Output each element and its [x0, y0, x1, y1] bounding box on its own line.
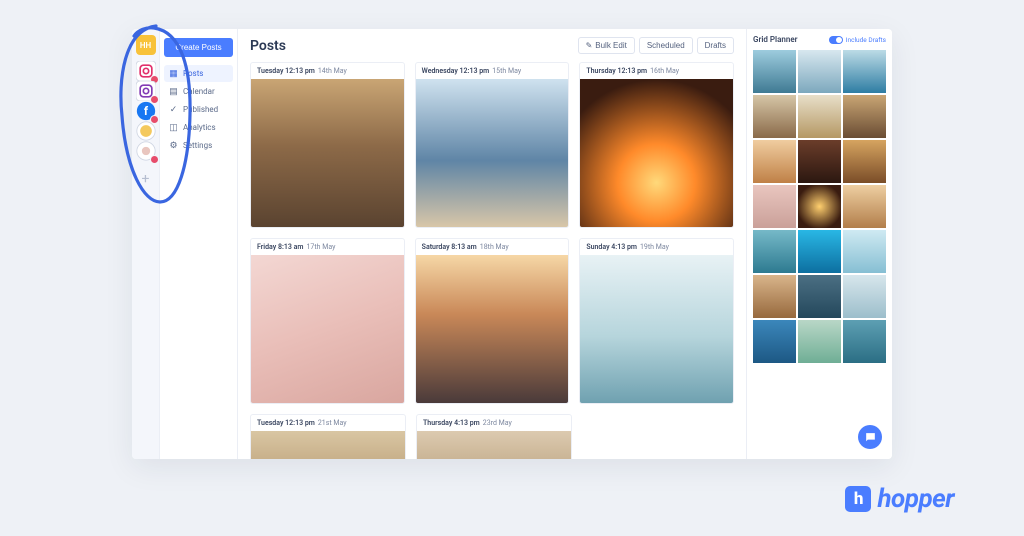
- post-card[interactable]: Saturday 8:13 am18th May: [415, 238, 570, 404]
- account-instagram-2[interactable]: [136, 81, 156, 101]
- planner-cell[interactable]: [798, 320, 841, 363]
- planner-cell[interactable]: [798, 275, 841, 318]
- post-meta: Friday 8:13 am17th May: [251, 239, 404, 255]
- post-thumbnail: [416, 79, 569, 227]
- chart-icon: ◫: [169, 123, 178, 132]
- planner-cell[interactable]: [843, 50, 886, 93]
- post-thumbnail: [251, 255, 404, 403]
- planner-cell[interactable]: [798, 185, 841, 228]
- toggle-icon: [829, 36, 843, 44]
- post-meta: Wednesday 12:13 pm15th May: [416, 63, 569, 79]
- account-extra[interactable]: [136, 141, 156, 161]
- notification-badge: [150, 155, 159, 164]
- post-thumbnail: [580, 255, 733, 403]
- post-card[interactable]: Wednesday 12:13 pm15th May: [415, 62, 570, 228]
- planner-cell[interactable]: [798, 95, 841, 138]
- posts-list: Tuesday 12:13 pm14th May Wednesday 12:13 …: [250, 62, 734, 459]
- app-window: HH f + Create Posts ▦ Posts ▤ Calendar ✓ Publ…: [132, 29, 892, 459]
- planner-cell[interactable]: [753, 50, 796, 93]
- account-facebook[interactable]: f: [136, 101, 156, 121]
- planner-cell[interactable]: [843, 185, 886, 228]
- planner-cell[interactable]: [753, 320, 796, 363]
- nav-item-analytics[interactable]: ◫ Analytics: [164, 119, 233, 136]
- filter-scheduled-button[interactable]: Scheduled: [639, 37, 693, 54]
- post-meta: Thursday 12:13 pm16th May: [580, 63, 733, 79]
- post-thumbnail: [416, 255, 569, 403]
- nav-item-label: Published: [183, 105, 218, 114]
- planner-cell[interactable]: [843, 95, 886, 138]
- planner-cell[interactable]: [798, 50, 841, 93]
- post-thumbnail: [251, 431, 405, 459]
- planner-cell[interactable]: [843, 140, 886, 183]
- check-icon: ✓: [169, 105, 178, 114]
- account-twitter[interactable]: [136, 121, 156, 141]
- post-thumbnail: [580, 79, 733, 227]
- add-account-button[interactable]: +: [142, 171, 150, 187]
- post-thumbnail: [251, 79, 404, 227]
- nav-item-label: Settings: [183, 141, 212, 150]
- filter-drafts-button[interactable]: Drafts: [697, 37, 734, 54]
- planner-cell[interactable]: [798, 140, 841, 183]
- include-drafts-toggle[interactable]: Include Drafts: [829, 36, 886, 44]
- planner-cell[interactable]: [843, 275, 886, 318]
- post-card[interactable]: Thursday 12:13 pm16th May: [579, 62, 734, 228]
- planner-cell[interactable]: [843, 230, 886, 273]
- post-meta: Tuesday 12:13 pm21st May: [251, 415, 405, 431]
- post-card[interactable]: Tuesday 12:13 pm21st May: [250, 414, 406, 459]
- nav-item-settings[interactable]: ⚙ Settings: [164, 137, 233, 154]
- nav-item-label: Posts: [183, 69, 203, 78]
- grid-planner-panel: Grid Planner Include Drafts: [746, 29, 892, 459]
- brand-logo: h hopper: [845, 484, 954, 514]
- nav-item-label: Analytics: [183, 123, 216, 132]
- account-rail: HH f +: [132, 29, 160, 459]
- grid-icon: ▦: [169, 69, 178, 78]
- grid-planner-title: Grid Planner: [753, 35, 798, 44]
- post-meta: Tuesday 12:13 pm14th May: [251, 63, 404, 79]
- side-nav: Create Posts ▦ Posts ▤ Calendar ✓ Published ◫ A…: [160, 29, 238, 459]
- nav-item-label: Calendar: [183, 87, 215, 96]
- post-meta: Saturday 8:13 am18th May: [416, 239, 569, 255]
- planner-cell[interactable]: [753, 185, 796, 228]
- account-instagram-1[interactable]: [136, 61, 156, 81]
- bulk-edit-button[interactable]: ✎ Bulk Edit: [578, 37, 635, 54]
- create-posts-button[interactable]: Create Posts: [164, 38, 233, 57]
- chat-icon: [864, 431, 877, 444]
- main-panel: Posts ✎ Bulk Edit Scheduled Drafts Tuesd…: [238, 29, 746, 459]
- planner-cell[interactable]: [753, 95, 796, 138]
- calendar-icon: ▤: [169, 87, 178, 96]
- gear-icon: ⚙: [169, 141, 178, 150]
- post-meta: Sunday 4:13 pm19th May: [580, 239, 733, 255]
- pencil-icon: ✎: [586, 41, 593, 50]
- planner-cell[interactable]: [798, 230, 841, 273]
- nav-item-calendar[interactable]: ▤ Calendar: [164, 83, 233, 100]
- brand-text: hopper: [877, 484, 954, 514]
- planner-cell[interactable]: [753, 230, 796, 273]
- post-card[interactable]: Thursday 4:13 pm23rd May: [416, 414, 572, 459]
- nav-item-published[interactable]: ✓ Published: [164, 101, 233, 118]
- user-avatar[interactable]: HH: [136, 35, 156, 55]
- post-card[interactable]: Friday 8:13 am17th May: [250, 238, 405, 404]
- post-card[interactable]: Tuesday 12:13 pm14th May: [250, 62, 405, 228]
- planner-cell[interactable]: [753, 140, 796, 183]
- brand-mark-icon: h: [845, 486, 871, 512]
- planner-cell[interactable]: [843, 320, 886, 363]
- post-card[interactable]: Sunday 4:13 pm19th May: [579, 238, 734, 404]
- page-header: Posts ✎ Bulk Edit Scheduled Drafts: [250, 37, 734, 54]
- post-meta: Thursday 4:13 pm23rd May: [417, 415, 571, 431]
- planner-cell[interactable]: [753, 275, 796, 318]
- help-chat-button[interactable]: [858, 425, 882, 449]
- post-thumbnail: [417, 431, 571, 459]
- nav-item-posts[interactable]: ▦ Posts: [164, 65, 233, 82]
- page-title: Posts: [250, 38, 286, 54]
